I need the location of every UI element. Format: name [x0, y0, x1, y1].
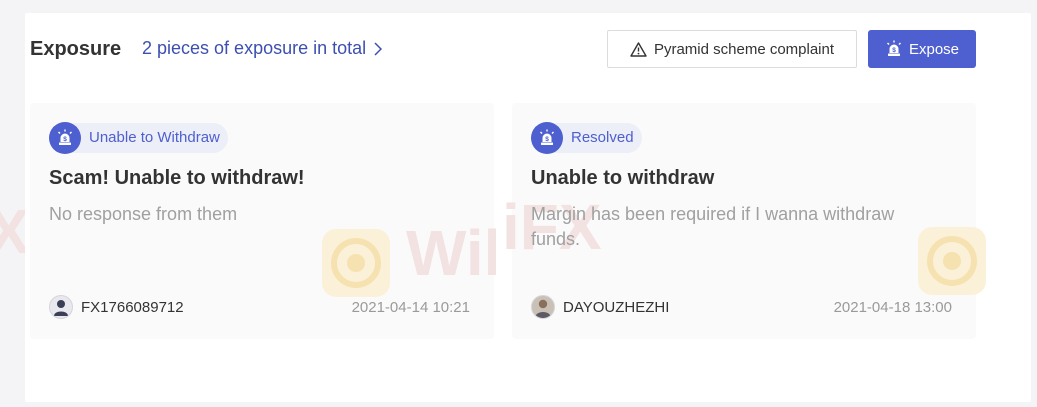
- card-footer: DAYOUZHEZHI 2021-04-18 13:00: [531, 295, 952, 319]
- total-exposure-label: 2 pieces of exposure in total: [142, 38, 367, 58]
- card-tag-label: Unable to Withdraw: [65, 123, 228, 153]
- card-tag: $ Resolved: [531, 122, 642, 154]
- total-exposure-link[interactable]: 2 pieces of exposure in total: [142, 38, 384, 59]
- exposure-card[interactable]: $ Unable to Withdraw Scam! Unable to wit…: [30, 103, 496, 339]
- card-description: No response from them: [49, 204, 238, 224]
- expose-button[interactable]: $ Expose: [868, 30, 976, 68]
- card-footer: FX1766089712 2021-04-14 10:21: [49, 295, 470, 319]
- alarm-siren-icon: $: [886, 40, 901, 56]
- post-date: 2021-04-14 10:21: [351, 298, 470, 316]
- alarm-siren-icon: $: [531, 122, 563, 154]
- post-date: 2021-04-18 13:00: [833, 298, 952, 316]
- svg-text:$: $: [892, 47, 896, 54]
- card-description: Margin has been required if I wanna with…: [531, 204, 895, 249]
- avatar[interactable]: [531, 295, 555, 319]
- card-tag: $ Unable to Withdraw: [49, 122, 228, 154]
- svg-text:$: $: [545, 136, 549, 143]
- chevron-right-icon: [374, 41, 383, 56]
- section-title: Exposure: [30, 38, 122, 60]
- exposure-header: Exposure 2 pieces of exposure in total P…: [30, 30, 976, 68]
- watermark-logo: [322, 229, 390, 297]
- card-title: Scam! Unable to withdraw!: [49, 167, 305, 189]
- pyramid-complaint-button[interactable]: Pyramid scheme complaint: [607, 30, 857, 68]
- svg-text:WikiFX: WikiFX: [406, 217, 496, 289]
- expose-label: Expose: [908, 40, 960, 58]
- pyramid-complaint-label: Pyramid scheme complaint: [653, 40, 835, 58]
- card-title: Unable to withdraw: [531, 167, 715, 189]
- svg-text:$: $: [63, 136, 67, 143]
- alarm-siren-icon: $: [49, 122, 81, 154]
- warning-triangle-icon: [630, 41, 647, 57]
- avatar[interactable]: [49, 295, 73, 319]
- username[interactable]: FX1766089712: [81, 299, 184, 316]
- username[interactable]: DAYOUZHEZHI: [563, 299, 669, 316]
- exposure-card[interactable]: iFX $ Resolved Unable to withdraw Margin…: [502, 103, 986, 339]
